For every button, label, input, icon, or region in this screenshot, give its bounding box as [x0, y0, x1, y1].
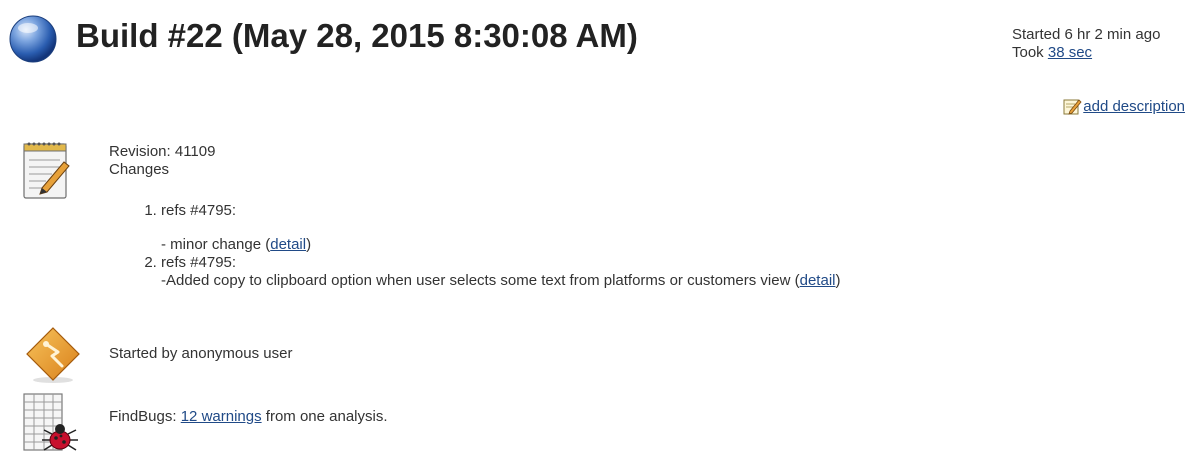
change-message: - minor change (detail) — [161, 236, 312, 253]
took-label: Took — [1012, 44, 1044, 61]
change-message-text: - minor change — [161, 236, 262, 253]
change-detail-link[interactable]: detail — [270, 236, 306, 253]
started-by: Started by anonymous user — [109, 345, 293, 362]
findbugs-icon — [23, 393, 78, 451]
changes-list: refs #4795: - minor change (detail) refs… — [109, 202, 840, 290]
notepad-icon — [23, 142, 70, 199]
edit-icon — [1063, 99, 1082, 115]
add-description[interactable]: add description — [1063, 97, 1185, 115]
change-message-text: -Added copy to clipboard option when use… — [161, 272, 791, 289]
build-meta: Started 6 hr 2 min ago Took 38 sec — [1012, 26, 1160, 62]
user-diamond-icon — [26, 327, 80, 383]
findbugs-warnings-link[interactable]: 12 warnings — [181, 408, 262, 425]
change-item: refs #4795: - minor change (detail) — [161, 202, 840, 254]
findbugs-prefix: FindBugs: — [109, 408, 177, 425]
changes-section: Revision: 41109 Changes refs #4795: - mi… — [109, 143, 840, 290]
changes-heading: Changes — [109, 161, 170, 178]
build-duration: Took 38 sec — [1012, 44, 1160, 62]
revision: Revision: 41109 — [109, 143, 216, 160]
blue-ball-icon — [9, 15, 57, 63]
change-title: refs #4795: — [161, 202, 237, 219]
started-time: Started 6 hr 2 min ago — [1012, 26, 1161, 43]
findbugs-summary: FindBugs: 12 warnings from one analysis. — [109, 408, 388, 426]
duration-link[interactable]: 38 sec — [1048, 44, 1092, 61]
change-title: refs #4795: — [161, 254, 237, 271]
findbugs-suffix: from one analysis. — [265, 408, 388, 425]
add-description-link[interactable]: add description — [1083, 98, 1185, 115]
change-message: -Added copy to clipboard option when use… — [161, 272, 841, 289]
change-item: refs #4795: -Added copy to clipboard opt… — [161, 254, 840, 290]
page-title: Build #22 (May 28, 2015 8:30:08 AM) — [76, 17, 638, 54]
change-detail-link[interactable]: detail — [800, 272, 836, 289]
